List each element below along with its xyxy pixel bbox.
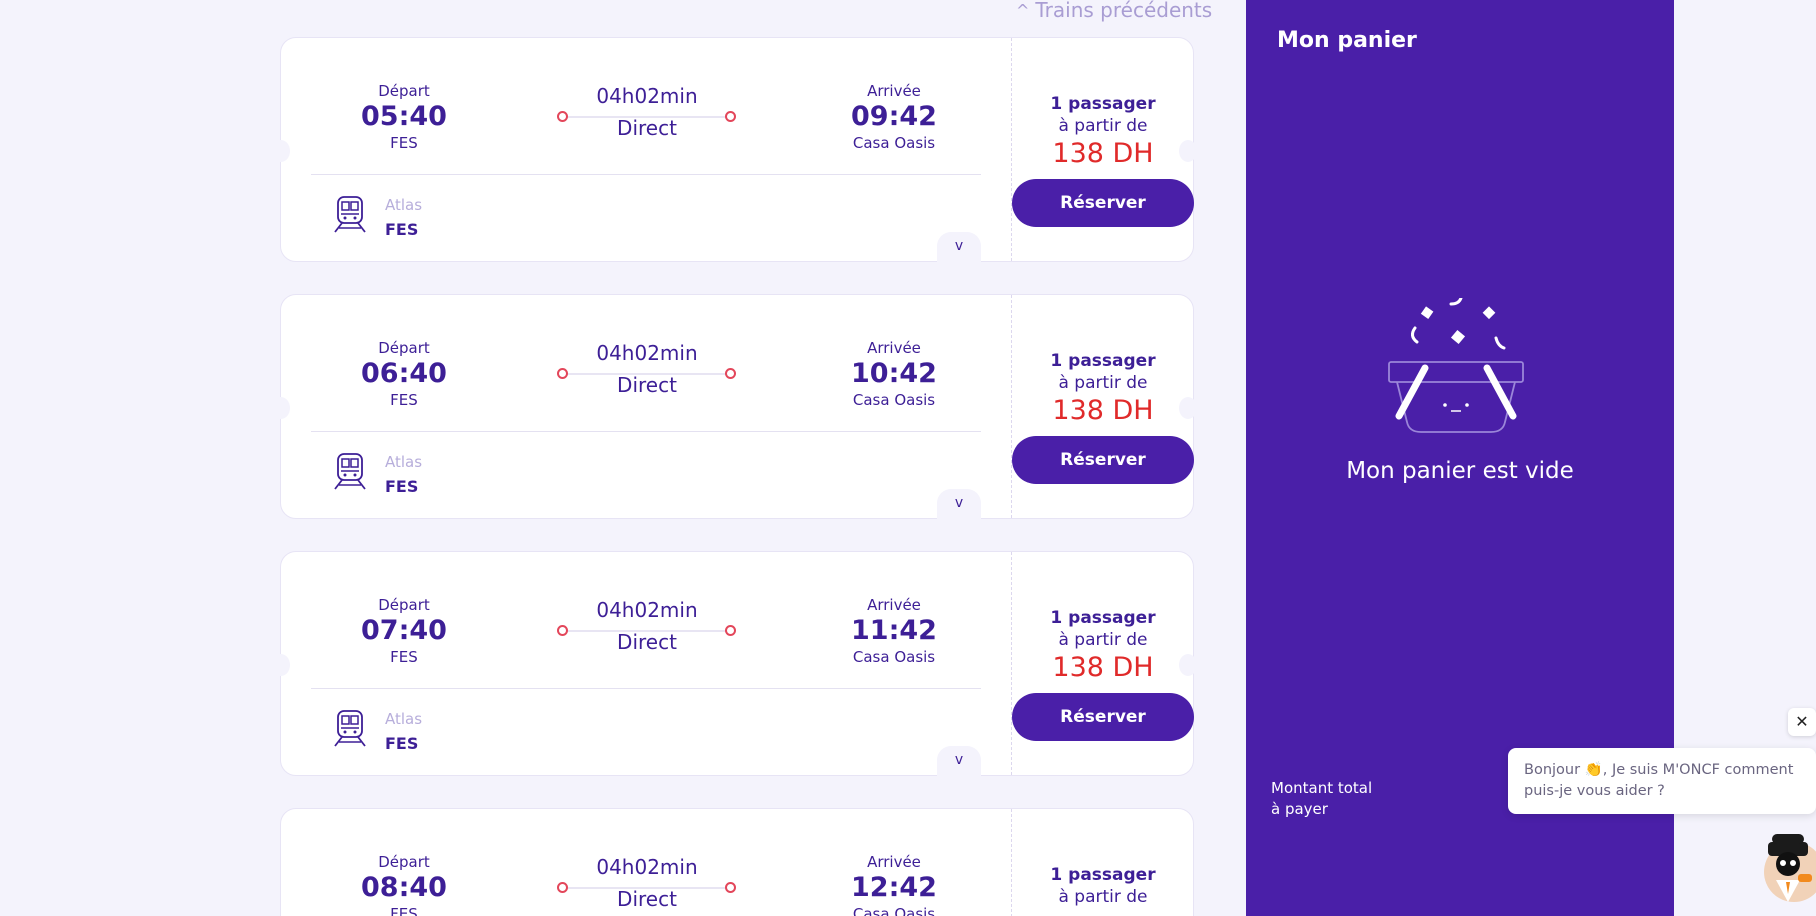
chevron-down-icon[interactable]: v [937, 232, 981, 262]
trip-type: Direct [617, 373, 677, 397]
price-from-label: à partir de [1058, 630, 1148, 650]
trip-card: Départ 06:40 FES 04h02min Direct Arrivée… [272, 294, 1197, 519]
departure-label: Départ [378, 853, 430, 871]
arrival-info: Arrivée 10:42 Casa Oasis [819, 339, 969, 409]
passenger-count: 1 passager [1050, 865, 1156, 885]
trip-card: Départ 07:40 FES 04h02min Direct Arrivée… [272, 551, 1197, 776]
cart-title: Mon panier [1277, 28, 1417, 53]
arrival-label: Arrivée [867, 339, 921, 357]
departure-info: Départ 08:40 FES [329, 853, 479, 916]
trip-duration: 04h02min [596, 855, 698, 879]
arrival-info: Arrivée 09:42 Casa Oasis [819, 82, 969, 152]
arrival-station: Casa Oasis [852, 648, 936, 666]
departure-label: Départ [378, 596, 430, 614]
total-label-line2: à payer [1271, 800, 1328, 818]
trip-summary: 04h02min Direct [557, 855, 737, 911]
chat-message[interactable]: Bonjour 👏, Je suis M'ONCF comment puis-j… [1508, 748, 1816, 814]
price-from-label: à partir de [1058, 116, 1148, 136]
departure-info: Départ 05:40 FES [329, 82, 479, 152]
passenger-count: 1 passager [1050, 351, 1156, 371]
departure-label: Départ [378, 339, 430, 357]
train-icon [334, 453, 366, 490]
price-value: 138 DH [1052, 652, 1154, 683]
trip-summary: 04h02min Direct [557, 84, 737, 140]
price-value: 138 DH [1052, 138, 1154, 169]
total-amount-label: Montant total à payer [1271, 778, 1372, 820]
arrival-label: Arrivée [867, 82, 921, 100]
departure-time: 06:40 [361, 358, 447, 389]
price-info: 1 passager à partir de 138 DH [1015, 608, 1191, 683]
trip-duration: 04h02min [596, 598, 698, 622]
arrival-time: 11:42 [851, 615, 937, 646]
previous-trains-link[interactable]: ^ Trains précédents [1016, 0, 1212, 22]
price-value: 138 DH [1052, 395, 1154, 426]
trip-summary: 04h02min Direct [557, 341, 737, 397]
trip-type: Direct [617, 116, 677, 140]
passenger-count: 1 passager [1050, 608, 1156, 628]
trip-card: Départ 08:40 FES 04h02min Direct Arrivée… [280, 808, 1194, 916]
trip-duration: 04h02min [596, 84, 698, 108]
trip-card: Départ 05:40 FES 04h02min Direct Arrivée… [272, 37, 1197, 262]
arrival-time: 12:42 [851, 872, 937, 903]
arrival-info: Arrivée 11:42 Casa Oasis [819, 596, 969, 666]
arrival-time: 09:42 [851, 101, 937, 132]
price-info: 1 passager à partir de [1015, 865, 1191, 907]
train-icon [334, 196, 366, 233]
departure-time: 07:40 [361, 615, 447, 646]
price-from-label: à partir de [1058, 373, 1148, 393]
operator-name: Atlas [385, 453, 423, 471]
departure-station: FES [390, 134, 418, 152]
departure-time: 05:40 [361, 101, 447, 132]
empty-basket-icon [1388, 298, 1524, 433]
departure-time: 08:40 [361, 872, 447, 903]
chat-close-button[interactable]: ✕ [1788, 708, 1816, 736]
price-info: 1 passager à partir de 138 DH [1015, 94, 1191, 169]
departure-info: Départ 07:40 FES [329, 596, 479, 666]
arrival-time: 10:42 [851, 358, 937, 389]
price-info: 1 passager à partir de 138 DH [1015, 351, 1191, 426]
operator-name: Atlas [385, 710, 423, 728]
trip-type: Direct [617, 630, 677, 654]
arrival-station: Casa Oasis [852, 905, 936, 916]
trip-summary: 04h02min Direct [557, 598, 737, 654]
trip-type: Direct [617, 887, 677, 911]
operator-station: FES [385, 220, 419, 239]
book-button[interactable]: Réserver [1012, 179, 1194, 227]
chevron-down-icon[interactable]: v [937, 746, 981, 776]
book-button[interactable]: Réserver [1012, 436, 1194, 484]
departure-station: FES [390, 905, 418, 916]
departure-station: FES [390, 648, 418, 666]
operator-station: FES [385, 477, 419, 496]
chevron-up-icon: ^ [1016, 0, 1030, 20]
book-button[interactable]: Réserver [1012, 693, 1194, 741]
arrival-label: Arrivée [867, 596, 921, 614]
arrival-station: Casa Oasis [852, 391, 936, 409]
departure-info: Départ 06:40 FES [329, 339, 479, 409]
chatbot-avatar-icon[interactable] [1754, 828, 1816, 902]
chevron-down-icon[interactable]: v [937, 489, 981, 519]
total-label-line1: Montant total [1271, 779, 1373, 797]
trip-duration: 04h02min [596, 341, 698, 365]
cart-empty-text: Mon panier est vide [1346, 458, 1574, 484]
arrival-label: Arrivée [867, 853, 921, 871]
operator-name: Atlas [385, 196, 423, 214]
previous-trains-label: Trains précédents [1035, 0, 1213, 22]
passenger-count: 1 passager [1050, 94, 1156, 114]
arrival-station: Casa Oasis [852, 134, 936, 152]
departure-station: FES [390, 391, 418, 409]
train-icon [334, 710, 366, 747]
operator-station: FES [385, 734, 419, 753]
price-from-label: à partir de [1058, 887, 1148, 907]
departure-label: Départ [378, 82, 430, 100]
arrival-info: Arrivée 12:42 Casa Oasis [819, 853, 969, 916]
